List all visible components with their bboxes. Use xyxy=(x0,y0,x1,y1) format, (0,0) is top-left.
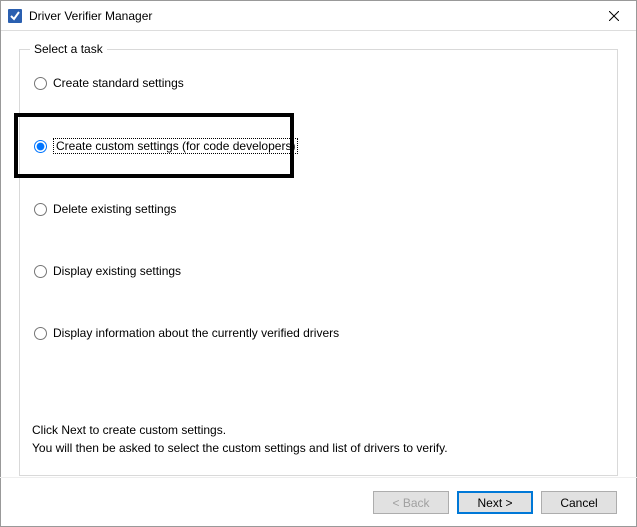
task-groupbox: Select a task Create standard settings C… xyxy=(19,49,618,476)
option-label: Delete existing settings xyxy=(53,202,176,216)
next-button[interactable]: Next > xyxy=(457,491,533,514)
window-title: Driver Verifier Manager xyxy=(29,9,591,23)
radio-display-existing[interactable] xyxy=(34,265,47,278)
option-display-info[interactable]: Display information about the currently … xyxy=(34,326,605,340)
option-label: Display information about the currently … xyxy=(53,326,339,340)
groupbox-label: Select a task xyxy=(30,42,107,56)
option-display-existing[interactable]: Display existing settings xyxy=(34,264,605,278)
radio-display-info[interactable] xyxy=(34,327,47,340)
task-options: Create standard settings Create custom s… xyxy=(32,70,605,340)
app-icon xyxy=(7,8,23,24)
close-button[interactable] xyxy=(591,1,636,31)
back-button[interactable]: < Back xyxy=(373,491,449,514)
option-delete-existing[interactable]: Delete existing settings xyxy=(34,202,605,216)
instruction-line-2: You will then be asked to select the cus… xyxy=(32,441,605,455)
cancel-button[interactable]: Cancel xyxy=(541,491,617,514)
wizard-button-bar: < Back Next > Cancel xyxy=(0,477,637,527)
radio-create-custom[interactable] xyxy=(34,140,47,153)
instructions: Click Next to create custom settings. Yo… xyxy=(32,419,605,459)
titlebar: Driver Verifier Manager xyxy=(1,1,636,31)
option-create-custom[interactable]: Create custom settings (for code develop… xyxy=(34,138,605,154)
radio-create-standard[interactable] xyxy=(34,77,47,90)
radio-delete-existing[interactable] xyxy=(34,203,47,216)
option-label: Create custom settings (for code develop… xyxy=(53,138,298,154)
option-label: Display existing settings xyxy=(53,264,181,278)
close-icon xyxy=(609,11,619,21)
wizard-content: Select a task Create standard settings C… xyxy=(1,31,636,476)
option-label: Create standard settings xyxy=(53,76,184,90)
option-create-standard[interactable]: Create standard settings xyxy=(34,76,605,90)
instruction-line-1: Click Next to create custom settings. xyxy=(32,423,605,437)
